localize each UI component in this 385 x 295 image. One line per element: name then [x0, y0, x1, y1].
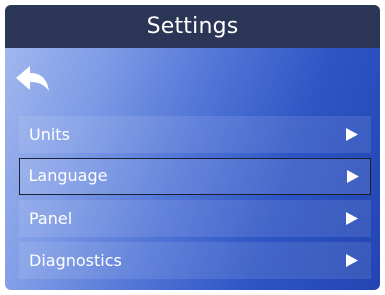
menu-item-units[interactable]: Units [19, 116, 371, 153]
menu-item-label: Diagnostics [29, 251, 122, 270]
menu-item-diagnostics[interactable]: Diagnostics [19, 242, 371, 279]
menu-item-label: Language [28, 166, 108, 185]
settings-screen: Settings Units Language Panel Diagnostic… [5, 5, 380, 290]
chevron-right-icon [346, 169, 359, 183]
chevron-right-icon [346, 212, 358, 225]
title-bar: Settings [5, 5, 380, 48]
menu-item-label: Units [29, 125, 70, 144]
page-title: Settings [146, 14, 239, 39]
back-button[interactable] [14, 65, 52, 95]
menu-item-label: Panel [29, 209, 73, 228]
chevron-right-icon [346, 254, 358, 267]
menu-item-panel[interactable]: Panel [19, 200, 371, 237]
back-arrow-icon [16, 66, 49, 91]
menu-item-language[interactable]: Language [19, 158, 371, 195]
chevron-right-icon [346, 128, 358, 141]
settings-menu: Units Language Panel Diagnostics [19, 116, 371, 284]
